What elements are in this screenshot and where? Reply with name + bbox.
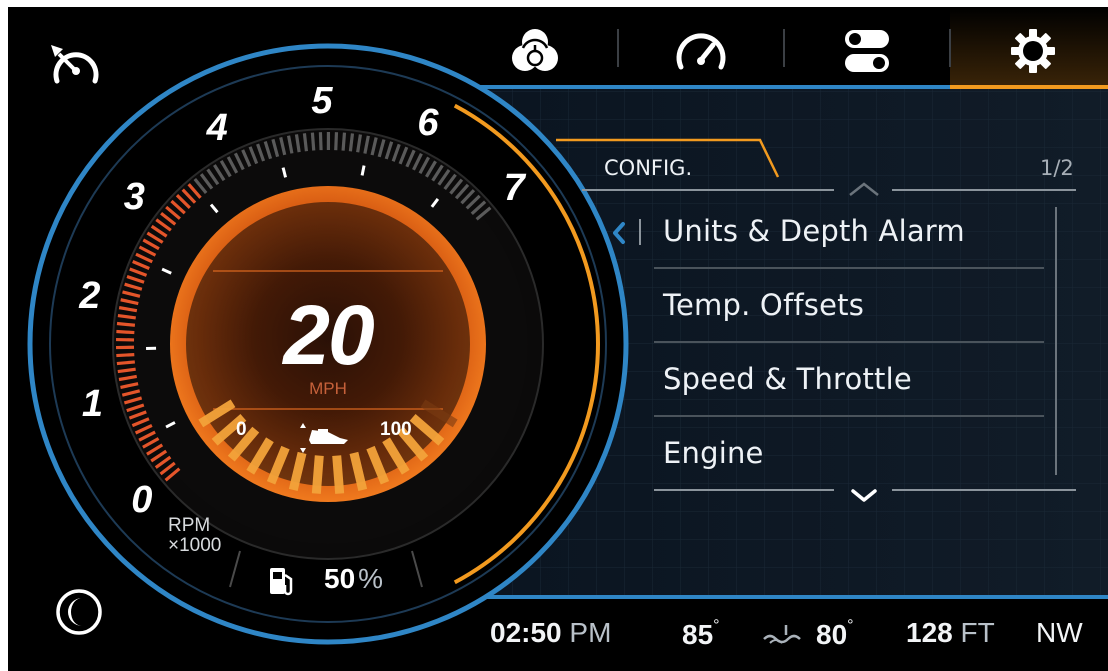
- tachometer-mode-icon[interactable]: [46, 41, 106, 93]
- depth-unit: FT: [960, 617, 995, 648]
- nav-gauges-button[interactable]: [670, 23, 732, 79]
- rpm-tick-label: 5: [311, 80, 333, 123]
- rpm-minor-tick: [360, 165, 366, 176]
- nav-settings-button[interactable]: [1002, 23, 1064, 79]
- dashboard-screen: 0 1 2 3 4 5 6 7 RPM ×1000 20 MPH 0 100 50% CONF…: [8, 7, 1108, 671]
- water-temperature-readout: 80°: [816, 617, 854, 651]
- menu-item-temp-offsets[interactable]: Temp. Offsets: [663, 288, 864, 322]
- clock-time: 02:50: [490, 617, 562, 648]
- fuel-level-value: 50: [324, 563, 356, 594]
- rpm-segment: [116, 321, 136, 327]
- clock-readout: 02:50 PM: [490, 617, 611, 649]
- throttle-bar: [332, 455, 345, 494]
- menu-item-speed-throttle[interactable]: Speed & Throttle: [663, 362, 912, 396]
- night-mode-icon[interactable]: [52, 585, 106, 639]
- fuel-level-unit: %: [358, 563, 384, 594]
- rpm-segment: [302, 133, 309, 152]
- nav-color-themes-button[interactable]: [504, 23, 566, 79]
- air-temperature-readout: 85°: [682, 617, 720, 651]
- gear-icon: [1011, 29, 1055, 73]
- rpm-tick-label: 6: [417, 101, 439, 144]
- boat-trim-icon: [295, 419, 351, 457]
- rpm-segment: [348, 133, 355, 152]
- rpm-segment: [116, 353, 135, 358]
- water-temperature-degree: °: [847, 617, 854, 634]
- rpm-tick-label: 2: [79, 274, 101, 317]
- rpm-segment: [341, 132, 347, 151]
- scroll-down-button[interactable]: [846, 483, 882, 509]
- rpm-multiplier-label: ×1000: [168, 535, 222, 556]
- rpm-segment: [334, 132, 339, 151]
- heading-readout: NW: [1036, 617, 1083, 648]
- air-temperature-value: 85: [682, 619, 714, 650]
- water-temperature-icon: [760, 621, 804, 649]
- rpm-tick-label: 0: [131, 479, 153, 522]
- depth-value: 128: [906, 617, 953, 648]
- rpm-segment: [310, 132, 316, 151]
- throttle-bar: [311, 455, 324, 494]
- fuel-icon: [264, 563, 300, 599]
- rgb-circles-icon: [512, 29, 558, 71]
- toggle-switches-icon: [845, 30, 889, 72]
- rpm-segment: [318, 132, 323, 151]
- config-page-indicator: 1/2: [1040, 156, 1074, 180]
- clock-ampm: PM: [569, 617, 612, 648]
- rpm-segment: [116, 329, 135, 335]
- throttle-min-label: 0: [236, 419, 247, 440]
- throttle-max-label: 100: [380, 419, 412, 440]
- rpm-tick-label: 1: [81, 382, 104, 425]
- fuel-level-readout: 50%: [324, 563, 383, 595]
- speed-value: 20: [283, 288, 374, 382]
- speedometer-icon: [676, 33, 726, 70]
- speed-unit: MPH: [309, 379, 347, 398]
- back-divider: [639, 219, 641, 245]
- depth-readout: 128 FT: [906, 617, 995, 649]
- rpm-tick-label: 4: [206, 106, 228, 149]
- chevron-down-icon: [851, 489, 877, 502]
- back-chevron-icon[interactable]: [606, 216, 632, 250]
- scroll-up-button[interactable]: [846, 177, 882, 201]
- rpm-tick-label: 7: [503, 166, 525, 209]
- menu-item-units-depth-alarm[interactable]: Units & Depth Alarm: [663, 214, 965, 248]
- rpm-tick-label: 3: [123, 176, 145, 219]
- menu-item-engine[interactable]: Engine: [663, 436, 764, 470]
- background-graphics: [27, 7, 1108, 671]
- air-temperature-degree: °: [713, 617, 720, 634]
- nav-toggles-button[interactable]: [836, 23, 898, 79]
- water-temperature-value: 80: [816, 619, 848, 650]
- rpm-label: RPM: [168, 515, 211, 536]
- config-title: CONFIG.: [604, 156, 693, 180]
- rpm-segment: [116, 360, 135, 366]
